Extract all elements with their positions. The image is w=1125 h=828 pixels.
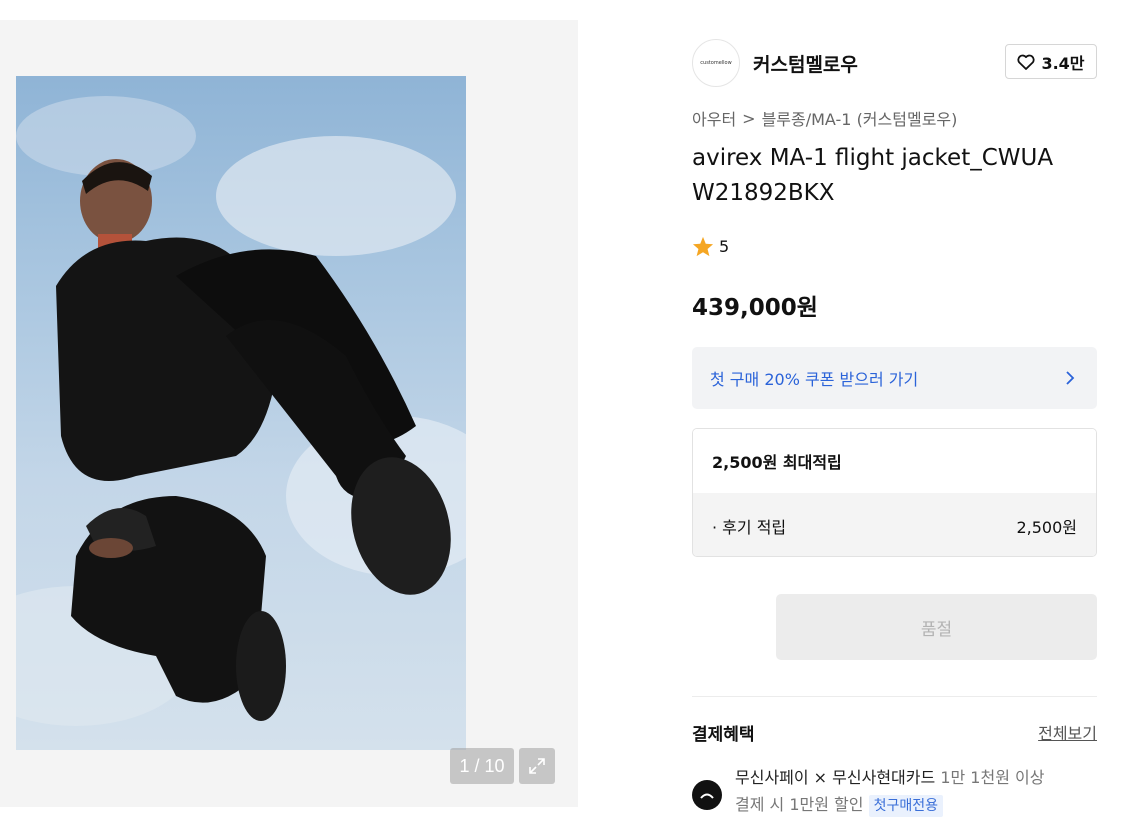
breadcrumb-category[interactable]: 아우터 [692, 106, 736, 130]
star-icon [692, 236, 714, 257]
coupon-banner-button[interactable]: 첫 구매 20% 쿠폰 받으러 가기 [692, 347, 1097, 409]
like-button[interactable]: 3.4만 [1005, 44, 1097, 79]
product-price: 439,000원 [692, 295, 818, 321]
expand-icon [529, 758, 545, 774]
coupon-label: 첫 구매 20% 쿠폰 받으러 가기 [710, 370, 919, 389]
divider [692, 696, 1097, 697]
points-review-value: 2,500원 [1016, 517, 1077, 537]
product-photo[interactable] [16, 76, 466, 750]
product-gallery: 1 / 10 [0, 20, 578, 807]
expand-image-button[interactable] [519, 748, 555, 784]
image-counter: 1 / 10 [450, 748, 514, 784]
like-count: 3.4만 [1041, 53, 1085, 73]
points-max-label: 2,500원 최대적립 [693, 429, 1096, 493]
view-all-link[interactable]: 전체보기 [1038, 720, 1097, 744]
heart-icon [1017, 54, 1035, 70]
chevron-right-icon [1066, 371, 1075, 385]
card-icon [692, 780, 722, 810]
benefit-condition: 1만 1천원 이상 [940, 768, 1045, 787]
brand-name[interactable]: 커스텀멜로우 [753, 50, 858, 77]
points-review-row: · 후기 적립 2,500원 [693, 493, 1096, 556]
benefit-main: 무신사페이 × 무신사현대카드 [735, 768, 936, 787]
product-photo-illustration [16, 96, 466, 726]
brand-logo-text: customellow [700, 60, 732, 66]
brand-row: customellow 커스텀멜로우 3.4만 [692, 38, 1097, 88]
breadcrumb: 아우터 > 블루종/MA-1 (커스텀멜로우) [692, 106, 957, 130]
payment-benefit-item: 무신사페이 × 무신사현대카드 1만 1천원 이상 결제 시 1만원 할인 첫구… [692, 764, 1102, 818]
points-box: 2,500원 최대적립 · 후기 적립 2,500원 [692, 428, 1097, 557]
points-review-label: · 후기 적립 [712, 517, 787, 537]
first-purchase-tag: 첫구매전용 [868, 795, 943, 817]
rating-value: 5 [719, 237, 730, 256]
product-title: avirex MA-1 flight jacket_CWUA W21892BKX [692, 145, 1054, 206]
brand-logo[interactable]: customellow [692, 39, 740, 87]
benefit-text: 무신사페이 × 무신사현대카드 1만 1천원 이상 결제 시 1만원 할인 첫구… [735, 764, 1044, 818]
breadcrumb-separator: > [742, 108, 756, 128]
soldout-button[interactable]: 품절 [776, 594, 1097, 660]
benefit-discount: 결제 시 1만원 할인 [735, 795, 864, 814]
product-rating[interactable]: 5 [692, 236, 729, 257]
product-info-panel: customellow 커스텀멜로우 3.4만 아우터 > 블루종/MA-1 (… [668, 20, 1125, 828]
breadcrumb-subcategory[interactable]: 블루종/MA-1 (커스텀멜로우) [762, 106, 958, 130]
benefits-title: 결제혜택 [692, 725, 755, 745]
